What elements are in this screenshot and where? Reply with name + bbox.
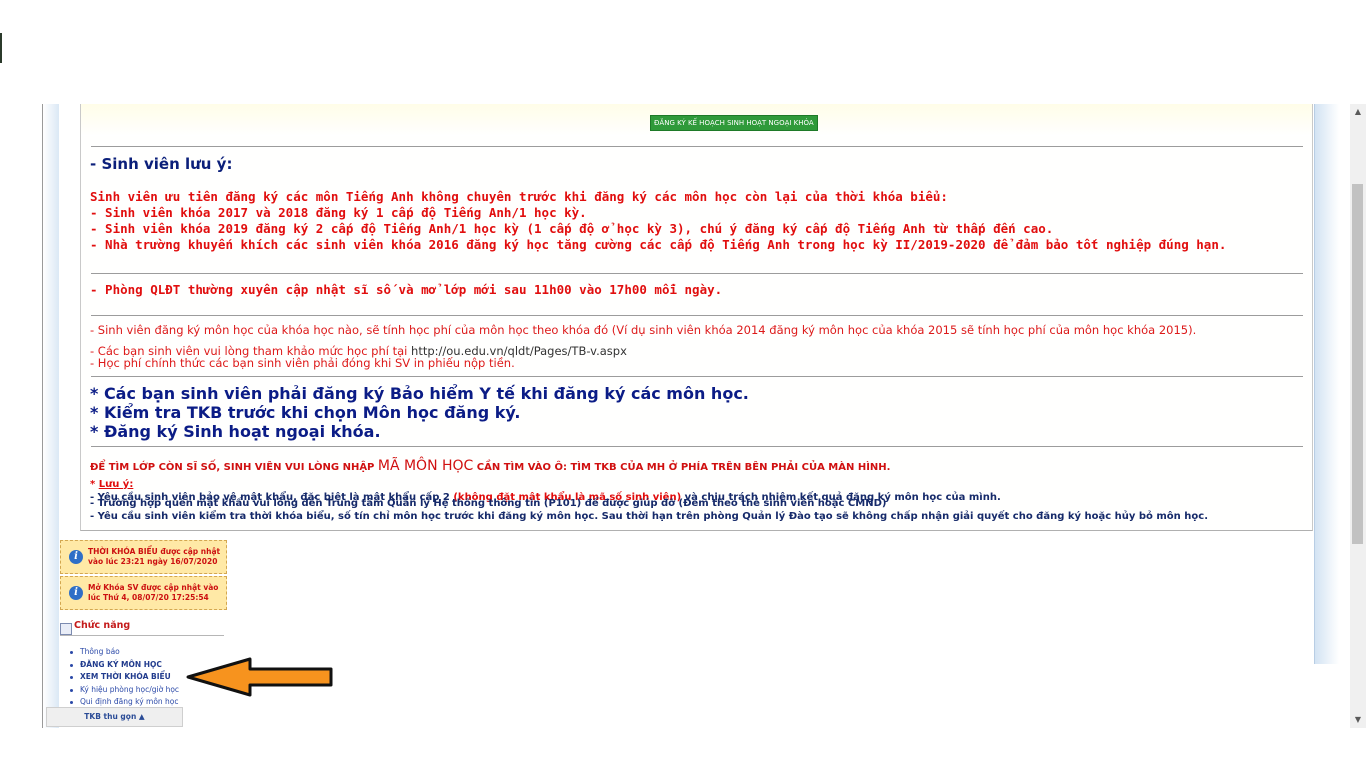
functions-title: Chức năng — [74, 620, 131, 631]
info-icon: i — [69, 550, 83, 564]
scroll-up-icon[interactable]: ▲ — [1350, 104, 1366, 120]
tkb-collapse-label: TKB thu gọn — [84, 712, 137, 721]
tkb-updated-text: THỜI KHÓA BIỂU được cập nhật vào lúc 23:… — [88, 547, 221, 566]
divider — [91, 446, 1303, 447]
scroll-down-icon[interactable]: ▼ — [1350, 712, 1366, 728]
functions-menu: Thông báo ĐĂNG KÝ MÔN HỌC XEM THỜI KHÓA … — [66, 646, 179, 709]
divider — [91, 273, 1303, 274]
qldt-update-note: - Phòng QLĐT thường xuyên cập nhật sĩ số… — [90, 282, 723, 297]
window-edge-mark — [0, 33, 2, 63]
unlock-updated-notice: i Mở Khóa SV được cập nhật vào lúc Thứ 4… — [60, 576, 227, 610]
page-viewport: ĐĂNG KÝ KẾ HOẠCH SINH HOẠT NGOẠI KHÓA - … — [42, 104, 1350, 728]
menu-item-dang-ky-mon-hoc[interactable]: ĐĂNG KÝ MÔN HỌC — [66, 659, 179, 672]
find-class-instruction: ĐỂ TÌM LỚP CÒN SĨ SỐ, SINH VIÊN VUI LÒNG… — [90, 455, 890, 474]
menu-item-thong-bao[interactable]: Thông báo — [66, 646, 179, 659]
english-priority-intro: Sinh viên ưu tiên đăng ký các môn Tiếng … — [90, 189, 948, 204]
tkb-updated-notice: i THỜI KHÓA BIỂU được cập nhật vào lúc 2… — [60, 540, 227, 574]
tuition-note-1: - Sinh viên đăng ký môn học của khóa học… — [90, 323, 1197, 337]
find-class-suffix: CẦN TÌM VÀO Ô: TÌM TKB CỦA MH Ở PHÍA TRÊ… — [473, 462, 891, 473]
unlock-updated-text: Mở Khóa SV được cập nhật vào lúc Thứ 4, … — [88, 583, 219, 602]
vertical-scrollbar[interactable]: ▲ ▼ — [1350, 104, 1366, 728]
divider — [91, 315, 1303, 316]
divider — [91, 146, 1303, 147]
notice-panel: ĐĂNG KÝ KẾ HOẠCH SINH HOẠT NGOẠI KHÓA - … — [80, 104, 1313, 531]
english-priority-item: - Sinh viên khóa 2017 và 2018 đăng ký 1 … — [90, 205, 587, 220]
check-schedule-note: - Yêu cầu sinh viên kiểm tra thời khóa b… — [90, 511, 1208, 522]
english-priority-item: - Sinh viên khóa 2019 đăng ký 2 cấp độ T… — [90, 221, 1054, 236]
english-priority-item: - Nhà trường khuyến khích các sinh viên … — [90, 237, 1227, 252]
menu-item-ky-hieu-phong-hoc[interactable]: Ký hiệu phòng học/giờ học — [66, 684, 179, 697]
functions-icon — [60, 623, 72, 635]
left-gradient-frame — [43, 104, 59, 728]
tuition-note-3: - Học phí chính thức các bạn sinh viên p… — [90, 356, 515, 370]
tkb-collapse-button[interactable]: TKB thu gọn ▲ — [46, 707, 183, 727]
chevron-up-icon: ▲ — [138, 712, 145, 721]
note-heading: - Sinh viên lưu ý: — [90, 155, 233, 173]
info-icon: i — [69, 586, 83, 600]
menu-item-xem-thoi-khoa-bieu[interactable]: XEM THỜI KHÓA BIỂU — [66, 671, 179, 684]
forgot-password-note: - Trường hợp quên mật khẩu vui lòng đến … — [90, 498, 887, 509]
right-gradient-frame — [1314, 104, 1339, 664]
star-item-check-tkb: * Kiểm tra TKB trước khi chọn Môn học đă… — [90, 403, 521, 422]
scrollbar-thumb[interactable] — [1352, 184, 1363, 544]
find-class-code: MÃ MÔN HỌC — [377, 458, 474, 474]
register-extracurricular-button[interactable]: ĐĂNG KÝ KẾ HOẠCH SINH HOẠT NGOẠI KHÓA — [650, 115, 818, 131]
star-item-insurance: * Các bạn sinh viên phải đăng ký Bảo hiể… — [90, 384, 749, 403]
star-item-extracurricular: * Đăng ký Sinh hoạt ngoại khóa. — [90, 422, 381, 441]
orange-arrow-left-icon — [186, 657, 333, 697]
functions-divider — [60, 635, 224, 636]
divider — [91, 376, 1303, 377]
